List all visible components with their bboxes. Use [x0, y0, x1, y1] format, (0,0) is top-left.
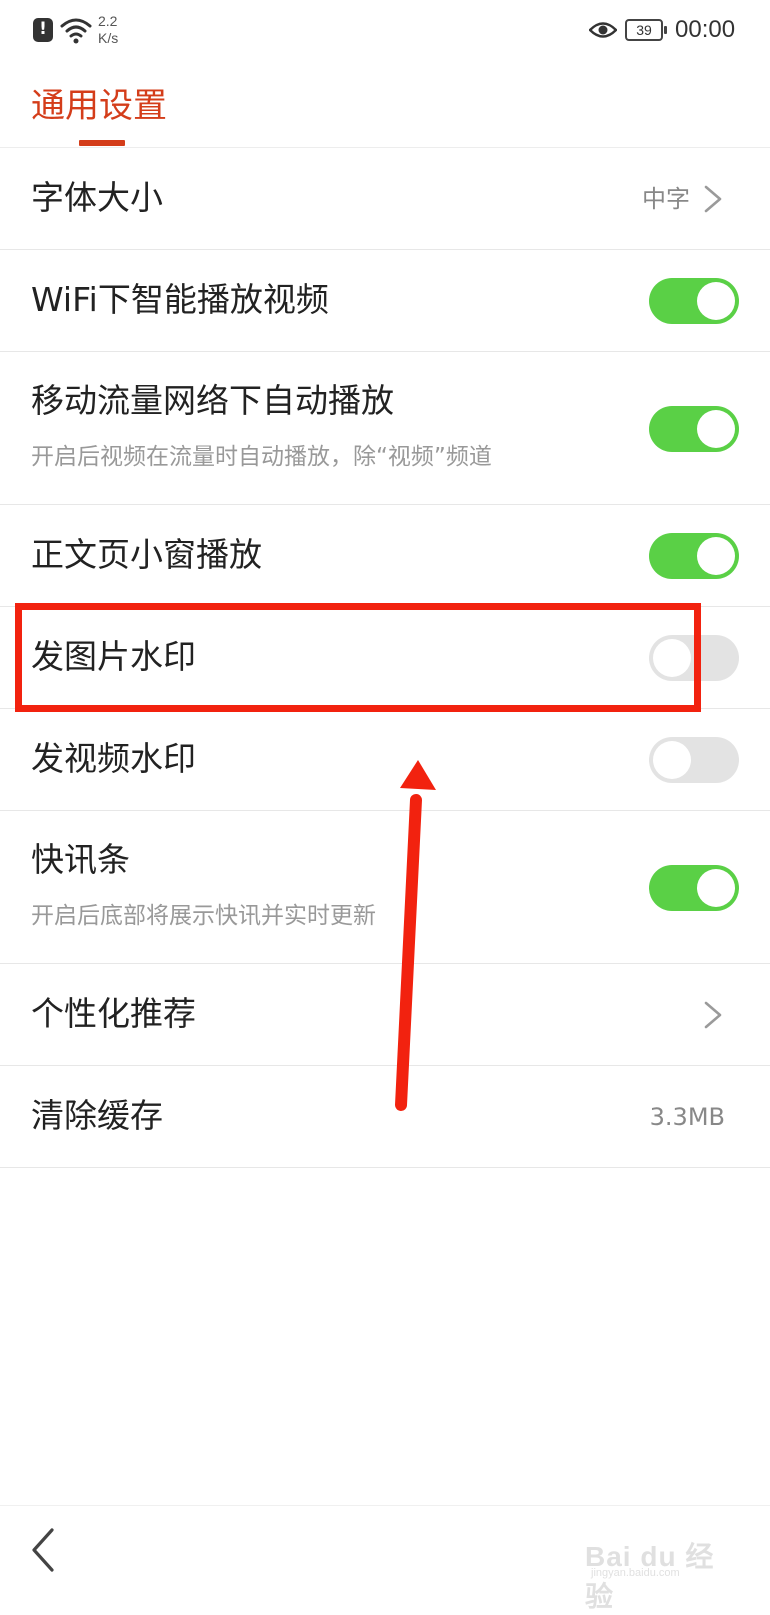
setting-label: 发视频水印 [31, 739, 196, 778]
chevron-right-icon [704, 1001, 722, 1029]
status-bar: 2.2 K/s 39 00:00 [0, 0, 770, 60]
setting-font-size[interactable]: 字体大小 中字 [0, 148, 770, 250]
setting-description: 开启后底部将展示快讯并实时更新 [31, 903, 376, 929]
cache-size: 3.3MB [649, 1103, 725, 1131]
setting-label: 个性化推荐 [31, 994, 196, 1033]
setting-label: WiFi下智能播放视频 [31, 280, 329, 319]
setting-label: 快讯条 [31, 840, 130, 879]
annotation-arrow-icon [395, 760, 436, 1111]
eye-icon [589, 22, 617, 38]
setting-label: 正文页小窗播放 [31, 535, 262, 574]
setting-value: 中字 [642, 185, 690, 213]
toggle-knob [653, 741, 691, 779]
back-icon[interactable] [28, 1526, 58, 1574]
watermark-site: jingyan.baidu.com [591, 1567, 680, 1579]
page-title: 通用设置 [31, 86, 167, 126]
toggle-knob [697, 410, 735, 448]
setting-wifi-autoplay: WiFi下智能播放视频 [0, 250, 770, 352]
clock: 00:00 [675, 16, 736, 43]
chevron-right-icon [704, 185, 722, 213]
annotation-highlight-box [15, 603, 701, 712]
toggle-knob [697, 869, 735, 907]
toggle-knob [697, 537, 735, 575]
setting-label: 字体大小 [31, 178, 163, 217]
setting-label: 移动流量网络下自动播放 [31, 381, 394, 420]
toggle-switch[interactable] [649, 865, 739, 911]
wifi-icon [60, 18, 92, 44]
network-speed: 2.2 K/s [98, 13, 119, 46]
toggle-switch[interactable] [649, 278, 739, 324]
baidu-watermark: Bai du 经验 jingyan.baidu.com [585, 1531, 735, 1612]
setting-mobile-autoplay: 移动流量网络下自动播放 开启后视频在流量时自动播放，除“视频”频道 [0, 352, 770, 505]
title-underline [79, 140, 125, 146]
battery-indicator: 39 [625, 19, 667, 41]
toggle-knob [697, 282, 735, 320]
alert-icon [33, 18, 53, 42]
toggle-switch[interactable] [649, 737, 739, 783]
setting-description: 开启后视频在流量时自动播放，除“视频”频道 [31, 444, 492, 470]
setting-pip-playback: 正文页小窗播放 [0, 505, 770, 607]
bottom-bar: Bai du 经验 jingyan.baidu.com [0, 1505, 770, 1612]
toggle-switch[interactable] [649, 406, 739, 452]
setting-label: 清除缓存 [31, 1096, 163, 1135]
toggle-switch[interactable] [649, 533, 739, 579]
